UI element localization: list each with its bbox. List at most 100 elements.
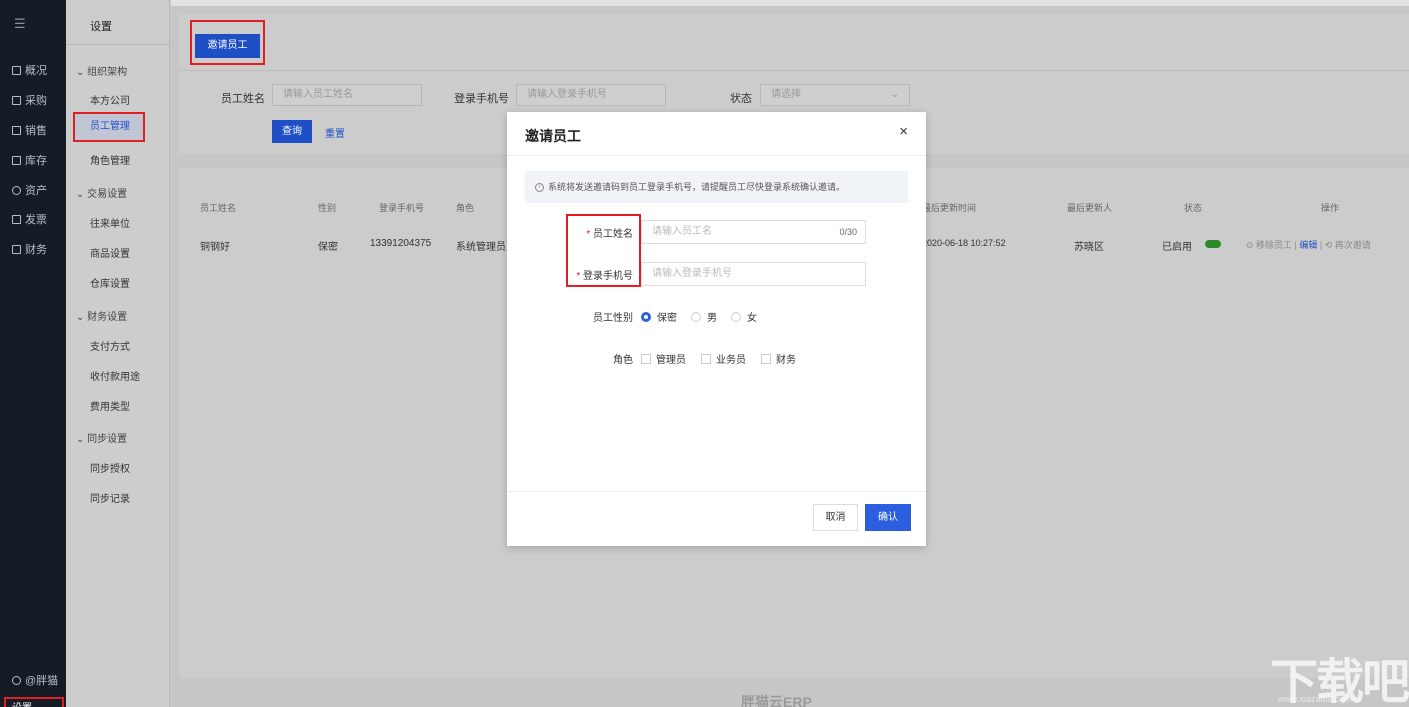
cancel-button[interactable]: 取消 — [813, 504, 858, 531]
subnav-item-partners[interactable]: 往来单位 — [90, 215, 130, 230]
cell-status: 已启用 — [1162, 242, 1192, 253]
col-header: 操作 — [1321, 203, 1340, 213]
gender-option-secret[interactable]: 保密 — [641, 309, 677, 324]
gender-label: 员工性别 — [593, 313, 633, 324]
phone-field-label: * 登录手机号 — [576, 271, 633, 282]
remove-employee-link[interactable]: ⊙ 移除员工 — [1246, 240, 1292, 250]
divider — [66, 44, 170, 45]
sidebar-item-inventory[interactable]: 库存 — [12, 152, 47, 168]
name-field-label: * 员工姓名 — [586, 229, 633, 240]
role-option-admin[interactable]: 管理员 — [641, 351, 686, 366]
radio — [731, 311, 741, 322]
col-header: 性别 — [318, 203, 337, 213]
subnav-item-employee-management[interactable]: 员工管理 — [73, 112, 145, 142]
gender-radio-group: 保密 男 女 — [641, 309, 771, 324]
subnav-item-payment-purpose[interactable]: 收付款用途 — [90, 368, 140, 383]
close-icon[interactable]: × — [899, 123, 908, 140]
info-notice: i 系统将发送邀请码到员工登录手机号，请提醒员工尽快登录系统确认邀请。 — [525, 171, 908, 203]
main-sidebar: ☰ 概况 采购 销售 库存 资产 发票 财务 @胖猫 设置 — [0, 0, 66, 707]
col-header: 最后更新人 — [1067, 203, 1113, 213]
subnav-group-sync[interactable]: ⌄ 同步设置 — [76, 430, 127, 445]
subnav-item-role-management[interactable]: 角色管理 — [90, 152, 130, 167]
sidebar-item-finance[interactable]: 财务 — [12, 241, 47, 257]
name-field[interactable]: 请输入员工名 0/30 — [641, 220, 866, 244]
subnav-item-expense-type[interactable]: 费用类型 — [90, 398, 130, 413]
chevron-down-icon: ⌄ — [890, 89, 899, 100]
radio-checked — [641, 311, 651, 322]
gender-option-male[interactable]: 男 — [691, 309, 717, 324]
notice-text: 系统将发送邀请码到员工登录手机号，请提醒员工尽快登录系统确认邀请。 — [548, 182, 846, 192]
sidebar-item-overview[interactable]: 概况 — [12, 62, 47, 78]
radio — [691, 311, 701, 322]
invoice-icon — [12, 214, 21, 224]
select-placeholder: 请选择 — [771, 89, 801, 100]
cell-updated-at: 2020-06-18 10:27:52 — [922, 238, 1006, 248]
subnav-item-sync-records[interactable]: 同步记录 — [90, 490, 130, 505]
reinvite-link[interactable]: ⟲ 再次邀请 — [1325, 240, 1371, 250]
sidebar-item-label: 财务 — [25, 244, 47, 256]
dashboard-icon — [12, 65, 21, 75]
gender-option-female[interactable]: 女 — [731, 309, 757, 324]
filter-phone-label: 登录手机号 — [454, 93, 509, 105]
confirm-button[interactable]: 确认 — [865, 504, 911, 531]
asset-icon — [12, 185, 21, 195]
sidebar-item-asset[interactable]: 资产 — [12, 182, 47, 198]
phone-field[interactable]: 请输入登录手机号 — [641, 262, 866, 286]
invite-highlight: 邀请员工 — [190, 20, 265, 65]
divider — [507, 155, 926, 156]
sidebar-item-label: 设置 — [12, 703, 32, 707]
filter-status-label: 状态 — [730, 93, 752, 105]
sidebar-item-purchase[interactable]: 采购 — [12, 92, 47, 108]
invite-employee-modal: 邀请员工 × i 系统将发送邀请码到员工登录手机号，请提醒员工尽快登录系统确认邀… — [507, 112, 926, 546]
status-toggle[interactable] — [1205, 240, 1221, 248]
role-option-sales[interactable]: 业务员 — [701, 351, 746, 366]
sidebar-item-sales[interactable]: 销售 — [12, 122, 47, 138]
info-icon: i — [535, 182, 544, 192]
sidebar-item-label: 发票 — [25, 214, 47, 226]
filter-name-label: 员工姓名 — [221, 93, 265, 105]
col-header: 员工姓名 — [200, 203, 237, 213]
col-header: 角色 — [456, 203, 475, 213]
filter-name-input[interactable]: 请输入员工姓名 — [272, 84, 422, 106]
cell-updated-by: 苏晓区 — [1074, 242, 1104, 253]
sidebar-item-invoice[interactable]: 发票 — [12, 211, 47, 227]
sidebar-item-label: 概况 — [25, 65, 47, 77]
invite-employee-button[interactable]: 邀请员工 — [195, 34, 260, 58]
char-count: 0/30 — [839, 227, 857, 237]
edit-link[interactable]: 编辑 — [1299, 240, 1317, 250]
reset-button[interactable]: 重置 — [325, 125, 345, 140]
name-placeholder: 请输入员工名 — [652, 226, 712, 237]
sidebar-item-label: 资产 — [25, 185, 47, 197]
role-label: 角色 — [613, 355, 633, 366]
subnav-group-trade[interactable]: ⌄ 交易设置 — [76, 185, 127, 200]
inventory-icon — [12, 155, 21, 165]
subnav-group-finance[interactable]: ⌄ 财务设置 — [76, 308, 127, 323]
user-icon — [12, 675, 21, 685]
footer-brand: 胖猫云ERP — [741, 694, 812, 707]
subnav-item-payment-method[interactable]: 支付方式 — [90, 338, 130, 353]
user-name: @胖猫 — [25, 675, 59, 687]
col-header: 最后更新时间 — [922, 203, 977, 213]
query-button[interactable]: 查询 — [272, 120, 312, 143]
sidebar-item-settings[interactable]: 设置 — [4, 697, 64, 707]
subnav-item-sync-auth[interactable]: 同步授权 — [90, 460, 130, 475]
subnav-group-org[interactable]: ⌄ 组织架构 — [76, 63, 127, 78]
col-header: 状态 — [1184, 203, 1203, 213]
divider — [507, 491, 926, 492]
subnav-item-own-company[interactable]: 本方公司 — [90, 92, 130, 107]
sidebar-item-label: 采购 — [25, 95, 47, 107]
finance-icon — [12, 244, 21, 254]
subnav-item-warehouse[interactable]: 仓库设置 — [90, 275, 130, 290]
sidebar-item-label: 库存 — [25, 155, 47, 167]
filter-phone-input[interactable]: 请输入登录手机号 — [516, 84, 666, 106]
col-header: 登录手机号 — [379, 203, 425, 213]
role-checkbox-group: 管理员 业务员 财务 — [641, 351, 811, 366]
subnav-item-products[interactable]: 商品设置 — [90, 245, 130, 260]
role-option-finance[interactable]: 财务 — [761, 351, 796, 366]
menu-toggle-icon[interactable]: ☰ — [14, 16, 26, 32]
filter-status-select[interactable]: 请选择 ⌄ — [760, 84, 910, 106]
modal-title: 邀请员工 — [525, 128, 581, 144]
settings-subnav: 设置 ⌄ 组织架构 本方公司 员工管理 角色管理 ⌄ 交易设置 往来单位 商品设… — [66, 0, 170, 707]
user-account[interactable]: @胖猫 — [12, 672, 58, 688]
subnav-title: 设置 — [90, 21, 112, 33]
